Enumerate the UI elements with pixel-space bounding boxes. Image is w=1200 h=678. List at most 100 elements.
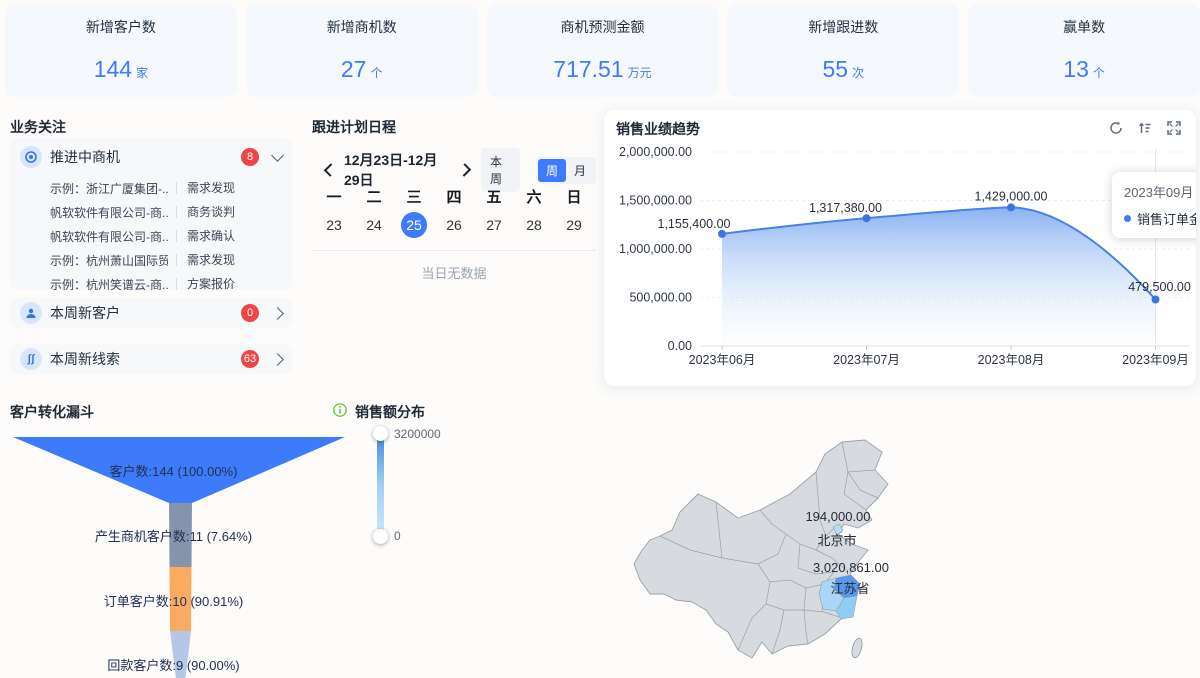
kpi-label: 商机预测金额 — [560, 19, 645, 35]
map-region-name: 江苏省 — [830, 581, 870, 596]
kpi-label: 新增商机数 — [326, 19, 397, 35]
toggle-month[interactable]: 月 — [566, 159, 594, 182]
opportunity-name: 示例：杭州笑谱云-商... — [50, 277, 168, 291]
data-point[interactable] — [1151, 295, 1160, 304]
section-label: 本周新客户 — [50, 305, 120, 321]
user-icon — [20, 302, 42, 324]
weekday-label: 日 — [566, 189, 582, 206]
weekday-label: 六 — [526, 189, 542, 206]
y-tick-label: 1,500,000.00 — [619, 194, 692, 208]
date-28[interactable]: 28 — [521, 212, 547, 238]
opportunity-row[interactable]: 帆软软件有限公司-商... 商务谈判 — [50, 200, 292, 224]
kpi-value: 144 家 — [93, 56, 149, 82]
schedule-title: 跟进计划日程 — [312, 119, 396, 135]
date-row: 23 24 25 26 27 28 29 — [314, 212, 594, 238]
opportunity-row[interactable]: 示例：杭州萧山国际贸... 需求发现 — [50, 248, 292, 272]
info-icon[interactable] — [333, 403, 347, 417]
data-point[interactable] — [1007, 203, 1015, 212]
prev-week-icon[interactable] — [323, 163, 338, 177]
section-label: 本周新线索 — [50, 351, 120, 367]
opportunity-row[interactable]: 示例：杭州笑谱云-商... 方案报价 — [50, 272, 292, 290]
opportunity-name: 示例：浙江广厦集团-... — [50, 181, 168, 196]
data-point[interactable] — [862, 214, 871, 223]
color-scale-bar — [377, 433, 384, 537]
date-29[interactable]: 29 — [561, 212, 587, 238]
section-label: 推进中商机 — [50, 149, 120, 165]
kpi-unit: 个 — [1092, 66, 1105, 80]
date-cell[interactable]: 27 — [474, 212, 514, 238]
date-cell[interactable]: 28 — [514, 212, 554, 238]
chevron-right-icon[interactable] — [271, 306, 284, 320]
kpi-card: 新增客户数 144 家 — [5, 4, 237, 97]
province-taiwan — [851, 637, 863, 659]
dashboard: 新增客户数 144 家新增商机数 27 个商机预测金额 717.51 万元 新增跟进数 55 次赢… — [0, 0, 1200, 678]
y-tick-label: 0.00 — [668, 339, 692, 353]
opportunity-row[interactable]: 示例：浙江广厦集团-... 需求发现 — [50, 176, 292, 200]
kpi-value: 55 次 — [822, 56, 865, 82]
series-dot-icon — [1124, 215, 1131, 222]
chevron-down-icon[interactable] — [271, 148, 284, 162]
date-cell[interactable]: 25 — [394, 212, 434, 238]
data-point-label: 1,429,000.00 — [975, 189, 1048, 203]
weekday-label: 三 — [406, 189, 422, 206]
weekday-label: 五 — [486, 189, 502, 206]
weekday-label: 二 — [366, 189, 382, 206]
kpi-card: 新增跟进数 55 次 — [727, 4, 960, 97]
funnel-stage-label: 回款客户数:9 (90.00%) — [107, 658, 240, 673]
opportunity-stage: 方案报价 — [176, 278, 235, 290]
data-point-label: 1,155,400.00 — [658, 217, 731, 231]
week-month-toggle: 周 月 — [535, 156, 596, 184]
count-badge: 8 — [241, 148, 259, 166]
opportunity-row[interactable]: 帆软软件有限公司-商... 需求确认 — [50, 224, 292, 248]
kpi-card: 新增商机数 27 个 — [245, 4, 478, 97]
funnel-stage-label: 产生商机客户数:11 (7.64%) — [94, 529, 253, 544]
scale-min-handle[interactable] — [373, 529, 388, 544]
weekday-label: 四 — [446, 189, 462, 206]
x-tick-label: 2023年06月 — [689, 353, 756, 367]
opportunity-name: 帆软软件有限公司-商... — [50, 229, 168, 244]
next-week-icon[interactable] — [457, 163, 472, 177]
kpi-card: 赢单数 13 个 — [968, 4, 1200, 97]
date-26[interactable]: 26 — [441, 212, 467, 238]
divider — [312, 250, 596, 251]
leads-icon: ʃʃ — [20, 348, 42, 370]
date-27[interactable]: 27 — [481, 212, 507, 238]
color-scale: 3200000 0 — [373, 426, 494, 546]
opportunity-name: 示例：杭州萧山国际贸... — [50, 253, 168, 268]
distribution-panel: 销售额分布 3200000 0 194,000.00 北京市 3,020,861… — [355, 395, 1200, 678]
chart-tooltip: 2023年09月 销售订单金额/ — [1112, 172, 1196, 238]
x-tick-label: 2023年08月 — [978, 353, 1045, 367]
funnel-title: 客户转化漏斗 — [10, 404, 94, 420]
map-region-name: 北京市 — [817, 533, 857, 548]
scale-max-handle[interactable] — [373, 426, 388, 441]
section-new-leads[interactable]: ʃʃ 本周新线索 63 — [10, 344, 292, 374]
opportunity-stage: 需求发现 — [176, 182, 235, 194]
section-new-customers[interactable]: 本周新客户 0 — [10, 298, 292, 328]
opportunity-stage: 商务谈判 — [176, 206, 235, 218]
kpi-card: 商机预测金额 717.51 万元 — [486, 4, 719, 97]
date-cell[interactable]: 23 — [314, 212, 354, 238]
count-badge: 0 — [241, 304, 259, 322]
section-opportunities-header[interactable]: 推进中商机 8 — [10, 138, 292, 176]
opportunity-list: 示例：浙江广厦集团-... 需求发现 帆软软件有限公司-商... 商务谈判 帆软软件有限… — [10, 176, 292, 290]
section-opportunities: 推进中商机 8 示例：浙江广厦集团-... 需求发现 帆软软件有限公司-商... 商务… — [10, 138, 292, 290]
date-24[interactable]: 24 — [361, 212, 387, 238]
china-outline — [633, 439, 889, 659]
date-cell[interactable]: 24 — [354, 212, 394, 238]
date-cell[interactable]: 29 — [554, 212, 594, 238]
funnel-panel: 客户转化漏斗 客户数:144 (100.00%) 产生商机客户数:11 (7.64… — [0, 395, 347, 678]
date-range: 12月23日-12月29日 — [343, 152, 438, 188]
chevron-right-icon[interactable] — [271, 352, 284, 366]
count-badge: 63 — [241, 350, 259, 368]
toggle-week[interactable]: 周 — [537, 158, 566, 182]
data-point[interactable] — [718, 229, 726, 238]
date-cell[interactable]: 26 — [434, 212, 474, 238]
scale-max-label: 3200000 — [394, 427, 441, 441]
tooltip-date: 2023年09月 — [1124, 185, 1194, 200]
y-tick-label: 1,000,000.00 — [619, 242, 692, 256]
date-23[interactable]: 23 — [321, 212, 347, 238]
tooltip-series: 销售订单金额/ — [1137, 212, 1196, 227]
date-25[interactable]: 25 — [401, 212, 427, 238]
target-icon — [20, 146, 42, 168]
china-map[interactable]: 194,000.00 北京市 3,020,861.00 江苏省 — [620, 432, 950, 678]
